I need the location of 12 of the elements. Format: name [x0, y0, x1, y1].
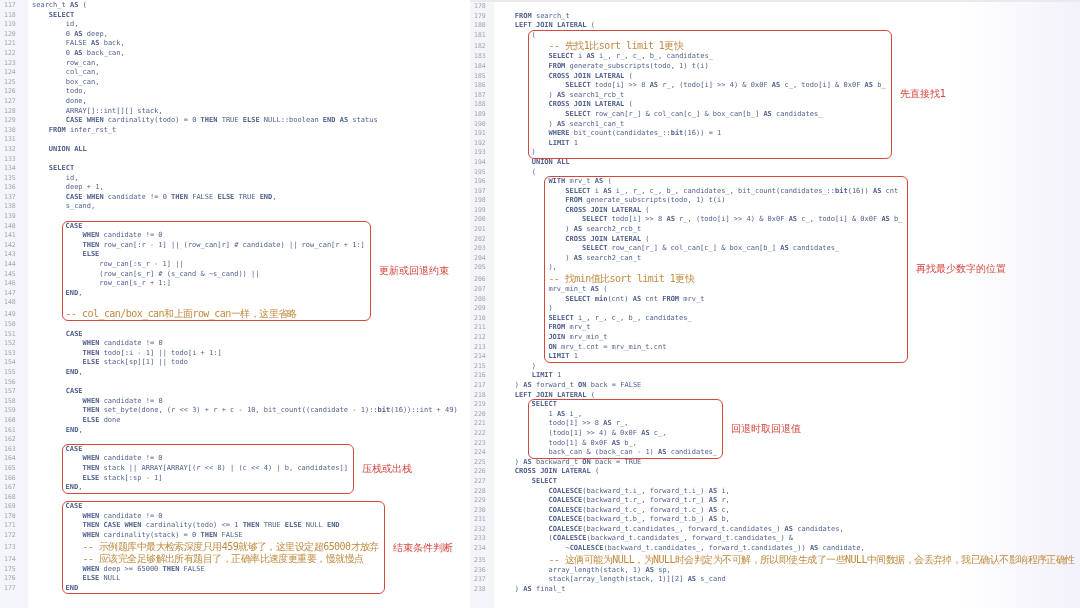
annotation-note: 先直接找1: [899, 87, 947, 102]
annotation-note: 结束条件判断: [392, 540, 453, 555]
code-comment: -- col_can/box_can和上面row_can一样，这里省略: [65, 308, 297, 319]
annotation-note: 回退时取回退值: [731, 421, 802, 436]
code-comment: -- 这俩可能为NULL，为NULL时会判定为不可解，所以即使生成了一些NULL中间数据，会丢弃掉，我已确认不影响程序正确性: [548, 553, 1075, 565]
code-comment: -- 应该完全足够解出所有题目了，正确率比速度更重要，慢就慢点: [82, 552, 364, 564]
code-comment: -- 找min值比sort limit 1更快: [548, 273, 695, 285]
annotation-note: 压栈或出栈: [361, 461, 412, 476]
code-comment: -- 示例题库中最大检索深度只用459就够了，这里设定超65000才放弃: [82, 540, 379, 552]
annotation-note: 再找最少数字的位置: [916, 262, 1007, 277]
annotation-note: 更新或回退约束: [378, 263, 449, 278]
code-comment: -- 先找1比sort limit 1更快: [548, 40, 684, 52]
